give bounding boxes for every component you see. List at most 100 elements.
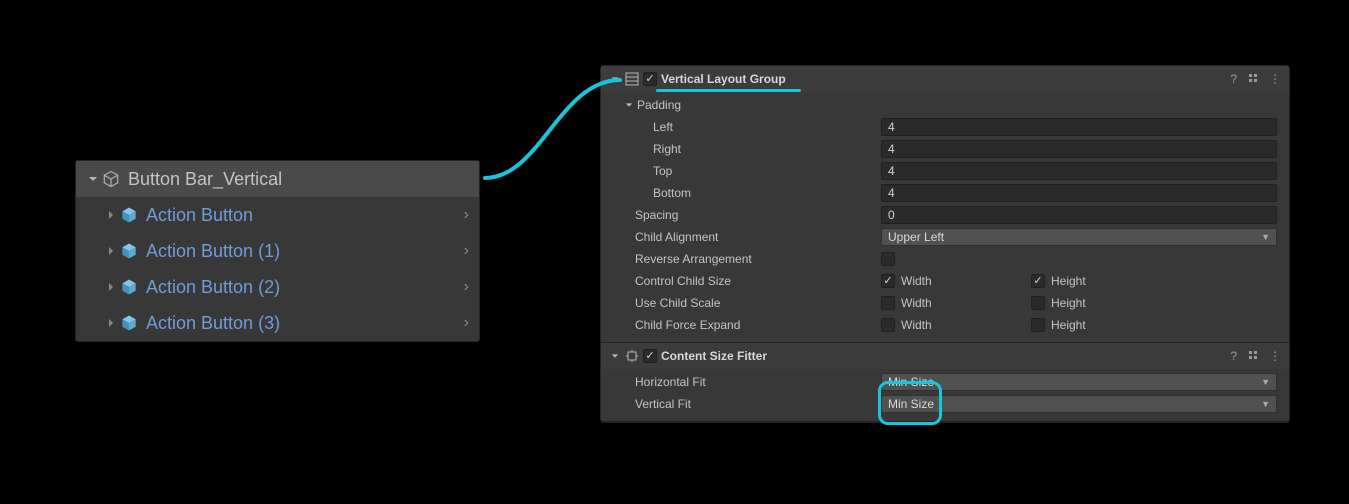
dropdown-value: Min Size — [888, 375, 934, 389]
width-label: Width — [901, 318, 932, 332]
foldout-right-icon[interactable] — [104, 318, 118, 328]
open-prefab-icon[interactable]: › — [464, 278, 469, 296]
use-child-scale-label: Use Child Scale — [613, 296, 881, 310]
control-child-size-row: Control Child Size ✓Width ✓Height — [601, 270, 1289, 292]
padding-label: Padding — [637, 98, 681, 112]
dropdown-value: Min Size — [888, 397, 934, 411]
component-header[interactable]: ✓ Content Size Fitter ? ⋮ — [601, 343, 1289, 369]
scale-width-checkbox[interactable]: Width — [881, 296, 1031, 310]
component-body: Padding Left 4 Right 4 Top 4 Bottom 4 Sp… — [601, 92, 1289, 342]
padding-bottom-field[interactable]: 4 — [881, 184, 1277, 202]
use-child-scale-row: Use Child Scale Width Height — [601, 292, 1289, 314]
control-height-checkbox[interactable]: ✓Height — [1031, 274, 1181, 288]
foldout-right-icon[interactable] — [104, 282, 118, 292]
padding-bottom-label: Bottom — [613, 186, 881, 200]
padding-left-label: Left — [613, 120, 881, 134]
hierarchy-item-root[interactable]: Button Bar_Vertical — [76, 161, 479, 197]
foldout-right-icon[interactable] — [104, 210, 118, 220]
chevron-down-icon: ▼ — [1261, 399, 1270, 409]
padding-right-label: Right — [613, 142, 881, 156]
reverse-checkbox[interactable] — [881, 252, 895, 266]
vertical-fit-label: Vertical Fit — [613, 397, 881, 411]
spacing-field[interactable]: 0 — [881, 206, 1277, 224]
width-label: Width — [901, 296, 932, 310]
preset-icon[interactable] — [1247, 72, 1259, 87]
padding-bottom-row: Bottom 4 — [601, 182, 1289, 204]
child-alignment-dropdown[interactable]: Upper Left ▼ — [881, 228, 1277, 246]
padding-left-row: Left 4 — [601, 116, 1289, 138]
horizontal-fit-row: Horizontal Fit Min Size ▼ — [601, 371, 1289, 393]
child-alignment-row: Child Alignment Upper Left ▼ — [601, 226, 1289, 248]
hierarchy-label: Action Button — [146, 205, 464, 226]
prefab-icon — [118, 313, 140, 333]
child-alignment-label: Child Alignment — [613, 230, 881, 244]
foldout-down-icon[interactable] — [86, 174, 100, 184]
expand-width-checkbox[interactable]: Width — [881, 318, 1031, 332]
open-prefab-icon[interactable]: › — [464, 206, 469, 224]
hierarchy-label: Action Button (1) — [146, 241, 464, 262]
control-child-size-label: Control Child Size — [613, 274, 881, 288]
child-force-expand-label: Child Force Expand — [613, 318, 881, 332]
component-body: Horizontal Fit Min Size ▼ Vertical Fit M… — [601, 369, 1289, 421]
open-prefab-icon[interactable]: › — [464, 314, 469, 332]
padding-top-row: Top 4 — [601, 160, 1289, 182]
component-enabled-checkbox[interactable]: ✓ — [643, 72, 657, 86]
vertical-fit-dropdown[interactable]: Min Size ▼ — [881, 395, 1277, 413]
spacing-row: Spacing 0 — [601, 204, 1289, 226]
height-label: Height — [1051, 274, 1086, 288]
preset-icon[interactable] — [1247, 349, 1259, 364]
padding-right-field[interactable]: 4 — [881, 140, 1277, 158]
menu-icon[interactable]: ⋮ — [1269, 72, 1281, 87]
component-content-size-fitter: ✓ Content Size Fitter ? ⋮ Horizontal Fit… — [601, 343, 1289, 422]
prefab-icon — [118, 277, 140, 297]
height-label: Height — [1051, 296, 1086, 310]
padding-top-field[interactable]: 4 — [881, 162, 1277, 180]
foldout-right-icon[interactable] — [104, 246, 118, 256]
hierarchy-panel: Button Bar_Vertical Action Button › Ac — [75, 160, 480, 342]
component-actions: ? ⋮ — [1230, 72, 1281, 87]
expand-height-checkbox[interactable]: Height — [1031, 318, 1181, 332]
component-vertical-layout-group: ✓ Vertical Layout Group ? ⋮ Padding — [601, 66, 1289, 343]
child-force-expand-row: Child Force Expand Width Height — [601, 314, 1289, 336]
reverse-arrangement-row: Reverse Arrangement — [601, 248, 1289, 270]
component-title: Vertical Layout Group — [661, 72, 1230, 86]
layout-group-icon — [623, 72, 641, 86]
hierarchy-item-child[interactable]: Action Button (3) › — [76, 305, 479, 341]
prefab-icon — [118, 241, 140, 261]
height-label: Height — [1051, 318, 1086, 332]
annotation-underline — [656, 89, 801, 92]
scale-height-checkbox[interactable]: Height — [1031, 296, 1181, 310]
hierarchy-label: Button Bar_Vertical — [128, 169, 469, 190]
hierarchy-label: Action Button (3) — [146, 313, 464, 334]
foldout-down-icon[interactable] — [623, 101, 635, 109]
hierarchy-item-child[interactable]: Action Button › — [76, 197, 479, 233]
chevron-down-icon: ▼ — [1261, 377, 1270, 387]
control-width-checkbox[interactable]: ✓Width — [881, 274, 1031, 288]
help-icon[interactable]: ? — [1230, 349, 1237, 364]
horizontal-fit-dropdown[interactable]: Min Size ▼ — [881, 373, 1277, 391]
reverse-label: Reverse Arrangement — [613, 252, 881, 266]
component-enabled-checkbox[interactable]: ✓ — [643, 349, 657, 363]
padding-foldout[interactable]: Padding — [601, 94, 1289, 116]
hierarchy-item-child[interactable]: Action Button (1) › — [76, 233, 479, 269]
padding-right-row: Right 4 — [601, 138, 1289, 160]
padding-left-field[interactable]: 4 — [881, 118, 1277, 136]
dropdown-value: Upper Left — [888, 230, 944, 244]
component-actions: ? ⋮ — [1230, 349, 1281, 364]
gameobject-icon — [100, 169, 122, 189]
hierarchy-item-child[interactable]: Action Button (2) › — [76, 269, 479, 305]
content-fitter-icon — [623, 349, 641, 363]
vertical-fit-row: Vertical Fit Min Size ▼ — [601, 393, 1289, 415]
horizontal-fit-label: Horizontal Fit — [613, 375, 881, 389]
menu-icon[interactable]: ⋮ — [1269, 349, 1281, 364]
help-icon[interactable]: ? — [1230, 72, 1237, 87]
open-prefab-icon[interactable]: › — [464, 242, 469, 260]
hierarchy-label: Action Button (2) — [146, 277, 464, 298]
component-title: Content Size Fitter — [661, 349, 1230, 363]
padding-top-label: Top — [613, 164, 881, 178]
spacing-label: Spacing — [613, 208, 881, 222]
prefab-icon — [118, 205, 140, 225]
foldout-down-icon[interactable] — [609, 352, 621, 360]
foldout-down-icon[interactable] — [609, 75, 621, 83]
width-label: Width — [901, 274, 932, 288]
